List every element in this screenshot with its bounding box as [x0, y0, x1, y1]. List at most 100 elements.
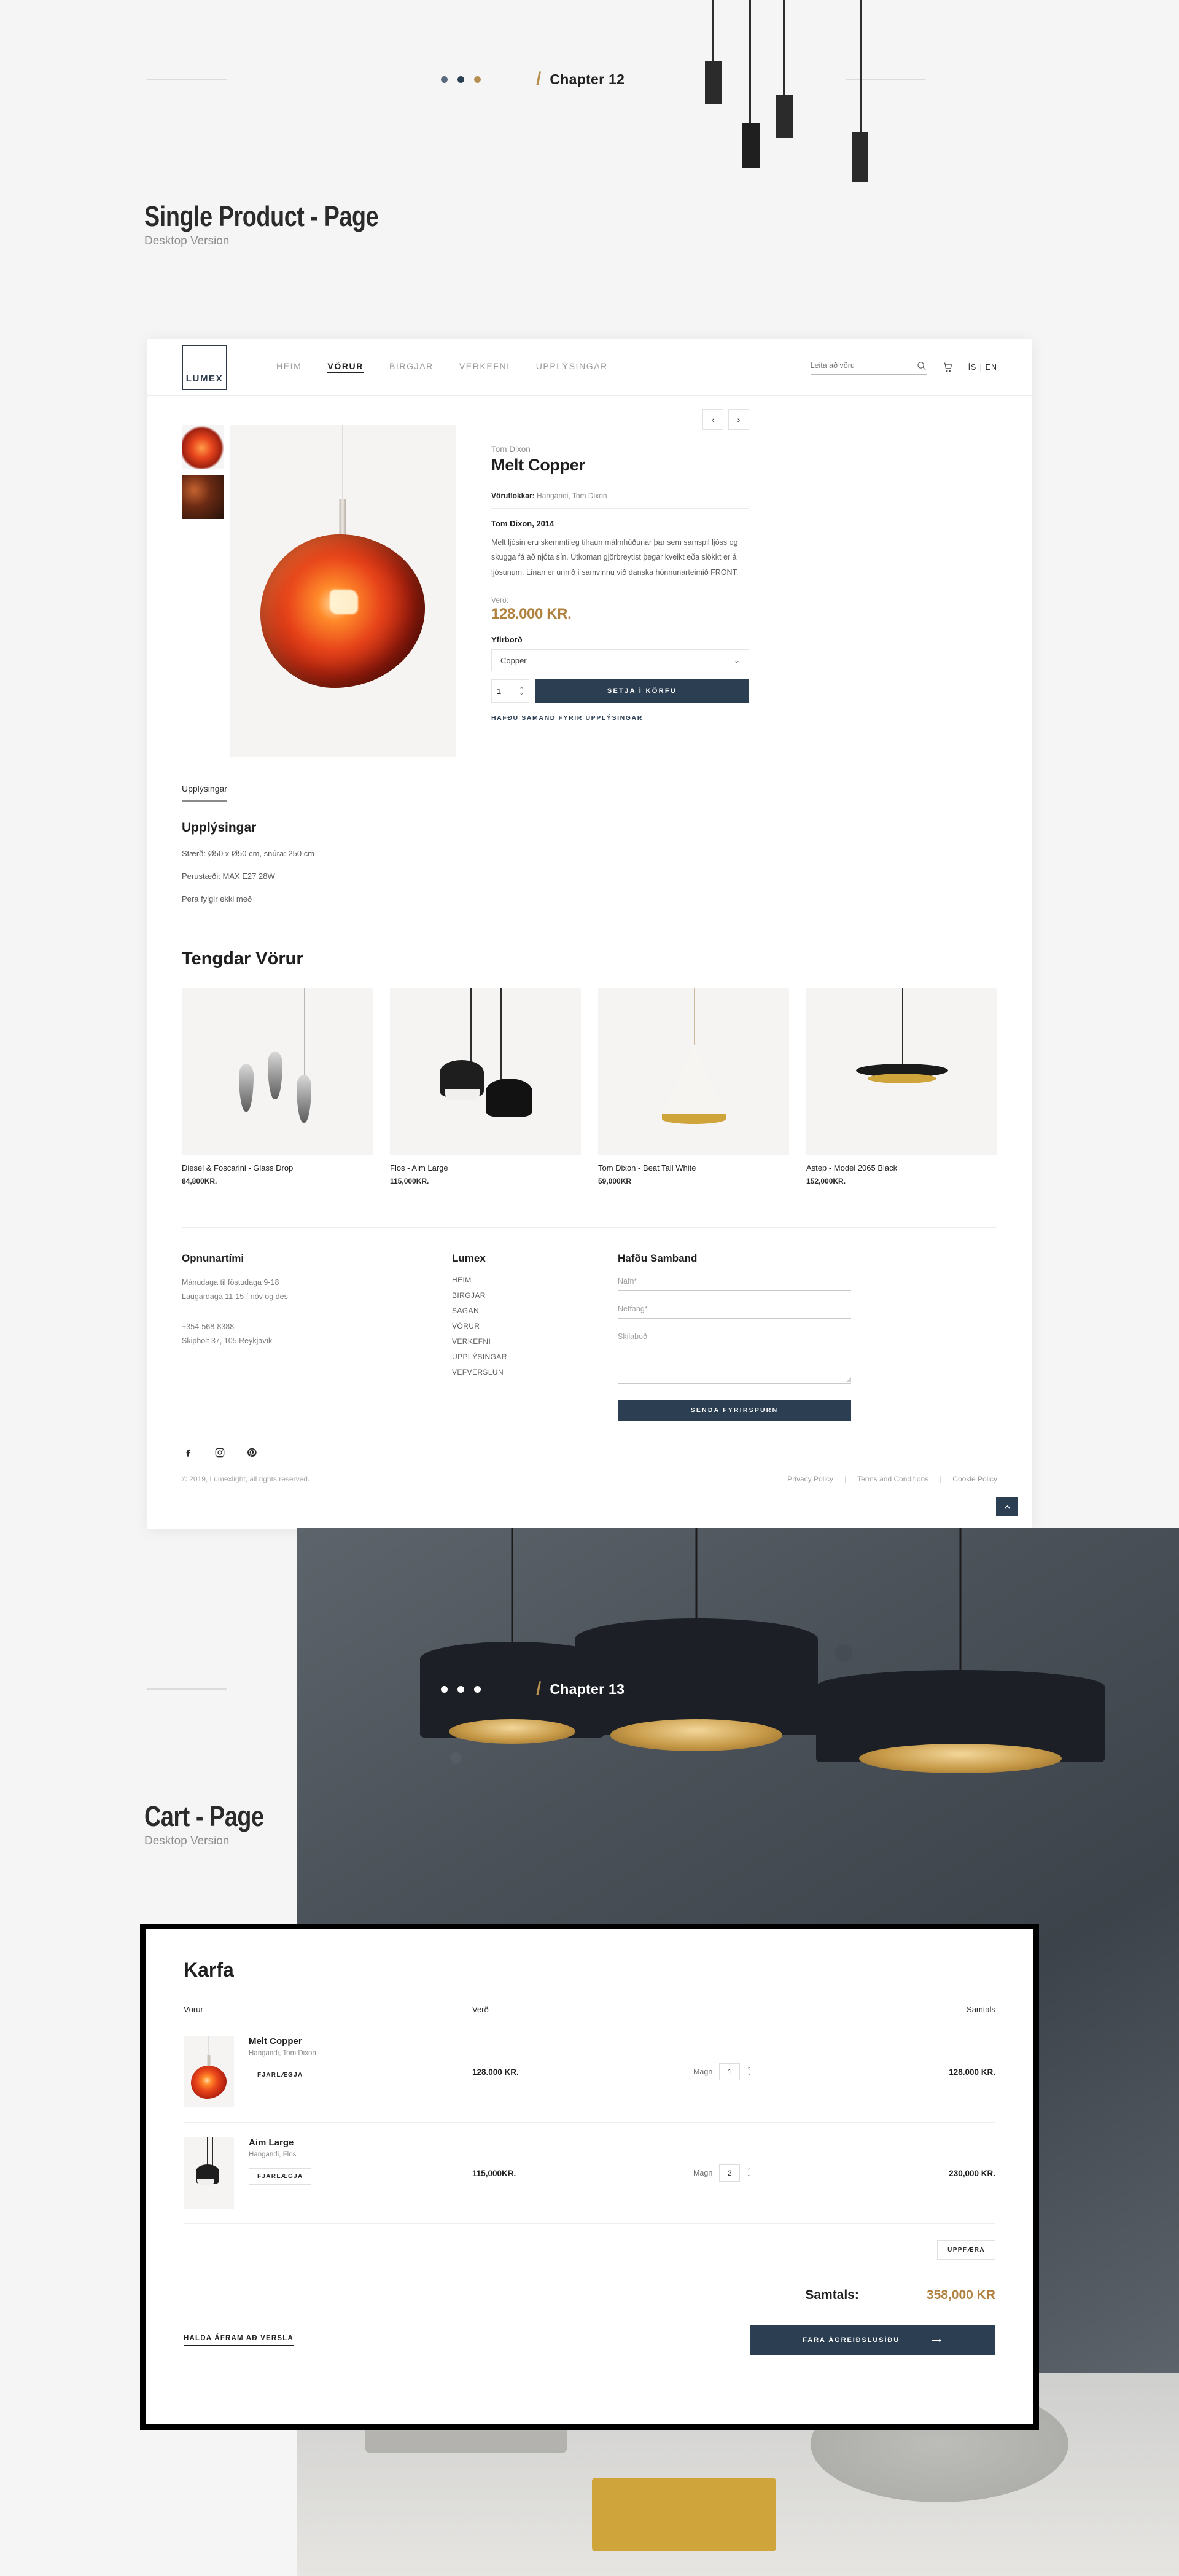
quantity-stepper-icon[interactable]: ⌃ ⌄	[747, 2067, 752, 2076]
cart-heading: Karfa	[184, 1959, 234, 1981]
info-line-size: Stærð: Ø50 x Ø50 cm, snúra: 250 cm	[182, 849, 315, 858]
add-to-cart-button[interactable]: SETJA Í KÖRFU	[535, 679, 749, 703]
prev-product-button[interactable]: ‹	[702, 409, 723, 430]
product-page-mockup: LUMEX HEIM VÖRUR BIRGJAR VERKEFNI UPPLÝS…	[147, 339, 1032, 1529]
email-field-placeholder: Netfang*	[618, 1305, 648, 1313]
footer-phone[interactable]: +354-568-8388	[182, 1320, 452, 1334]
next-product-button[interactable]: ›	[728, 409, 749, 430]
message-field-placeholder: Skilaboð	[618, 1332, 647, 1341]
cart-icon[interactable]	[942, 361, 954, 373]
footer-link-sagan[interactable]: SAGAN	[452, 1306, 618, 1315]
back-to-top-button[interactable]	[996, 1497, 1018, 1516]
remove-item-button[interactable]: FJARLÆGJA	[249, 2067, 312, 2083]
product-price: 128.000 KR.	[491, 606, 572, 623]
column-header-product: Vörur	[184, 2005, 203, 2014]
cookie-policy-link[interactable]: Cookie Policy	[952, 1475, 997, 1483]
search-input[interactable]	[810, 361, 917, 370]
quantity-input[interactable]: 1	[719, 2063, 741, 2080]
related-product-card[interactable]: Tom Dixon - Beat Tall White 59,000KR	[598, 988, 789, 1185]
product-tabs: Upplýsingar	[182, 784, 997, 802]
product-description: Melt ljósin eru skemmtileg tilraun málmh…	[491, 538, 739, 577]
pinterest-icon[interactable]	[246, 1446, 258, 1459]
checkout-button[interactable]: FARA ÁGREIÐSLUSÍÐU ⟶	[750, 2325, 995, 2355]
cart-item-image[interactable]	[184, 2036, 234, 2107]
chapter-marker-13: / Chapter 13	[147, 1679, 625, 1700]
remove-item-button[interactable]: FJARLÆGJA	[249, 2168, 312, 2185]
chapter-dots-13	[441, 1685, 481, 1693]
quantity-stepper-icon[interactable]: ⌃ ⌄	[747, 2168, 752, 2177]
related-product-card[interactable]: Astep - Model 2065 Black 152,000KR.	[806, 988, 997, 1185]
cart-item-info: Melt Copper Hangandi, Tom Dixon FJARLÆGJ…	[249, 2036, 316, 2107]
cart-item-quantity-cell: Magn 2 ⌃ ⌄	[693, 2164, 877, 2182]
arrow-right-icon: ⟶	[932, 2336, 943, 2344]
option-label: Yfirborð	[491, 635, 523, 645]
footer-link-upplysingar[interactable]: UPPLÝSINGAR	[452, 1352, 618, 1361]
page-title: Single Product - Page	[144, 200, 379, 232]
quantity-stepper[interactable]: 1 ⌃ ⌄	[491, 679, 529, 703]
price-label: Verð:	[491, 596, 509, 605]
product-thumbnail-1[interactable]	[182, 425, 224, 469]
message-field[interactable]: Skilaboð	[618, 1331, 851, 1384]
cart-total-value: 358,000 KR	[926, 2288, 995, 2302]
stepper-arrows-icon[interactable]: ⌃ ⌄	[519, 686, 524, 696]
product-categories: Vöruflokkar: Hangandi, Tom Dixon	[491, 491, 749, 500]
related-product-card[interactable]: Diesel & Foscarini - Glass Drop 84,800KR…	[182, 988, 373, 1185]
privacy-policy-link[interactable]: Privacy Policy	[787, 1475, 833, 1483]
send-inquiry-button[interactable]: SENDA FYRIRSPURN	[618, 1400, 851, 1421]
legal-separator: |	[844, 1475, 847, 1483]
quantity-control[interactable]: Magn 1 ⌃ ⌄	[693, 2063, 877, 2080]
footer-link-vefverslun[interactable]: VEFVERSLUN	[452, 1368, 618, 1376]
related-products-grid: Diesel & Foscarini - Glass Drop 84,800KR…	[182, 988, 997, 1185]
header-actions: ÍS|EN	[810, 360, 997, 375]
resize-grip-icon[interactable]	[846, 1377, 851, 1382]
chapter-rule-13	[147, 1688, 227, 1690]
nav-item-upplysingar[interactable]: UPPLÝSINGAR	[536, 361, 608, 373]
related-product-card[interactable]: Flos - Aim Large 115,000KR.	[390, 988, 581, 1185]
cart-page-mockup: Karfa Vörur Verð Samtals Melt Copper Han…	[140, 1924, 1039, 2430]
search-field[interactable]	[810, 360, 927, 375]
instagram-icon[interactable]	[214, 1446, 226, 1459]
update-cart-button[interactable]: UPPFÆRA	[937, 2240, 995, 2260]
cart-item-price: 115,000KR.	[472, 2168, 516, 2178]
footer-link-heim[interactable]: HEIM	[452, 1276, 618, 1284]
quantity-input[interactable]: 2	[719, 2164, 741, 2182]
continue-shopping-link[interactable]: HALDA ÁFRAM AÐ VERSLA	[184, 2335, 294, 2346]
nav-item-verkefni[interactable]: VERKEFNI	[459, 361, 510, 373]
cart-item-info: Aim Large Hangandi, Flos FJARLÆGJA	[249, 2137, 312, 2209]
product-thumbnail-2[interactable]	[182, 475, 224, 519]
cart-item-category: Hangandi, Flos	[249, 2151, 297, 2158]
footer-link-birgjar[interactable]: BIRGJAR	[452, 1291, 618, 1300]
email-field[interactable]: Netfang*	[618, 1303, 851, 1319]
chapter-slash-icon: /	[536, 69, 542, 89]
product-main-image[interactable]	[230, 425, 456, 757]
terms-link[interactable]: Terms and Conditions	[857, 1475, 928, 1483]
search-icon[interactable]	[916, 360, 927, 372]
related-product-name: Tom Dixon - Beat Tall White	[598, 1163, 696, 1173]
tab-upplysingar[interactable]: Upplýsingar	[182, 784, 227, 802]
chapter-dot-1	[441, 1685, 448, 1693]
finish-select[interactable]: Copper ⌄	[491, 649, 749, 672]
chapter-slash-icon-13: /	[536, 1679, 542, 1699]
nav-item-vorur[interactable]: VÖRUR	[327, 361, 364, 373]
chapter-dots	[441, 76, 481, 83]
site-logo[interactable]: LUMEX	[182, 344, 227, 390]
footer-link-vorur[interactable]: VÖRUR	[452, 1322, 618, 1330]
lang-en[interactable]: EN	[986, 363, 997, 372]
lang-is[interactable]: ÍS	[968, 363, 977, 372]
nav-item-heim[interactable]: HEIM	[276, 361, 302, 373]
purchase-row: 1 ⌃ ⌄ SETJA Í KÖRFU	[491, 679, 749, 703]
contact-for-info-link[interactable]: HAFÐU SAMAND FYRIR UPPLÝSINGAR	[491, 714, 749, 722]
cart-item-image[interactable]	[184, 2137, 234, 2209]
quantity-control[interactable]: Magn 2 ⌃ ⌄	[693, 2164, 877, 2182]
language-switcher[interactable]: ÍS | EN	[968, 363, 997, 372]
site-header: LUMEX HEIM VÖRUR BIRGJAR VERKEFNI UPPLÝS…	[147, 339, 1032, 396]
legal-links: Privacy Policy | Terms and Conditions | …	[787, 1475, 997, 1483]
cart-product-cell: Melt Copper Hangandi, Tom Dixon FJARLÆGJ…	[184, 2036, 472, 2107]
cart-item-total: 128.000 KR.	[949, 2067, 995, 2077]
nav-item-birgjar[interactable]: BIRGJAR	[389, 361, 434, 373]
cart-container: Karfa Vörur Verð Samtals Melt Copper Han…	[146, 1929, 1033, 2385]
facebook-icon[interactable]	[182, 1446, 194, 1459]
name-field[interactable]: Nafn*	[618, 1276, 851, 1291]
info-heading: Upplýsingar	[182, 821, 257, 835]
footer-link-verkefni[interactable]: VERKEFNI	[452, 1337, 618, 1346]
